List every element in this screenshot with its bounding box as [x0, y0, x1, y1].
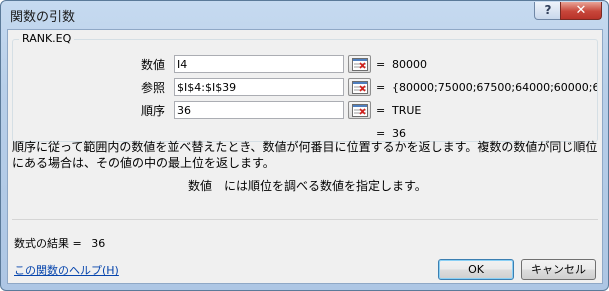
- close-button[interactable]: ✕: [560, 2, 602, 20]
- help-button[interactable]: ?: [534, 2, 562, 20]
- function-arguments-dialog: 関数の引数 ? ✕ RANK.EQ 数値 I4 = 80000 参照 $I$4:…: [0, 0, 609, 291]
- dialog-title: 関数の引数: [10, 10, 76, 25]
- arg-label-number: 数値: [140, 58, 165, 72]
- title-bar[interactable]: 関数の引数 ? ✕: [1, 1, 608, 29]
- function-name: RANK.EQ: [19, 32, 75, 45]
- function-group: RANK.EQ 数値 I4 = 80000 参照 $I$4:$I$39 = {8…: [12, 32, 598, 142]
- arg-result-number: 80000: [392, 58, 427, 71]
- ref-button-ref[interactable]: [348, 78, 371, 96]
- argument-description: 数値 には順位を調べる数値を指定します。: [188, 179, 427, 193]
- arg-input-order[interactable]: 36: [174, 101, 344, 119]
- collapse-dialog-icon: [352, 58, 368, 71]
- arg-input-number[interactable]: I4: [174, 55, 344, 73]
- formula-result: 数式の結果 = 36: [14, 235, 105, 251]
- formula-result-label: 数式の結果 =: [14, 237, 82, 250]
- ref-button-number[interactable]: [348, 55, 371, 73]
- arg-input-ref[interactable]: $I$4:$I$39: [174, 78, 344, 96]
- arg-label-order: 順序: [140, 104, 165, 118]
- arg-result-eq: =: [376, 58, 386, 71]
- arg-result-eq: =: [376, 81, 386, 94]
- function-description: 順序に従って範囲内の数値を並べ替えたとき、数値が何番目に位置するかを返します。複…: [12, 140, 598, 170]
- help-link[interactable]: この関数のヘルプ(H): [14, 262, 119, 278]
- separator: [12, 219, 598, 220]
- cancel-button[interactable]: キャンセル: [521, 259, 596, 280]
- arg-result-order: TRUE: [392, 104, 422, 117]
- arg-result-eq: =: [376, 104, 386, 117]
- collapse-dialog-icon: [352, 81, 368, 94]
- ok-button[interactable]: OK: [438, 259, 514, 280]
- ref-button-order[interactable]: [348, 101, 371, 119]
- formula-result-value: 36: [91, 237, 106, 250]
- collapse-dialog-icon: [352, 104, 368, 117]
- arg-label-ref: 参照: [140, 81, 165, 95]
- dialog-body: RANK.EQ 数値 I4 = 80000 参照 $I$4:$I$39 = {8…: [7, 29, 603, 284]
- arg-result-ref: {80000;75000;67500;64000;60000;6000...: [392, 81, 597, 94]
